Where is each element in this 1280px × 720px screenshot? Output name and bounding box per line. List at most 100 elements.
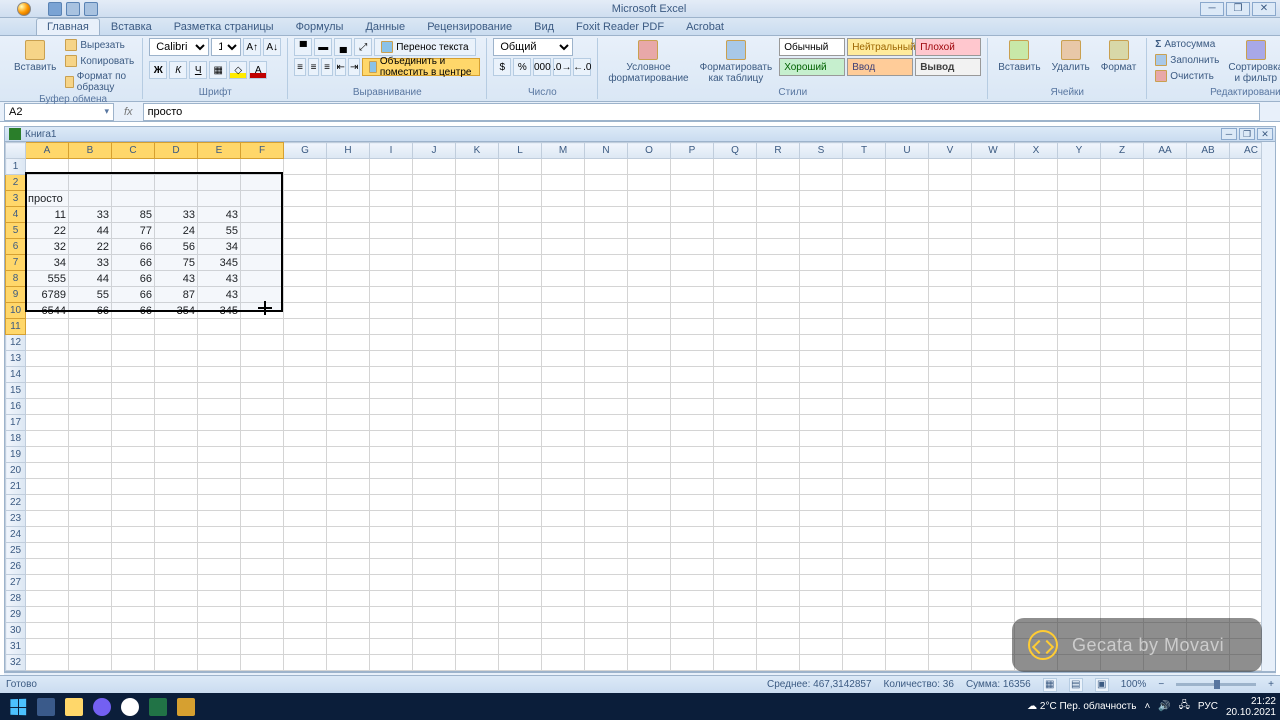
cell-T5[interactable] <box>843 223 886 239</box>
cell-N10[interactable] <box>585 303 628 319</box>
cell-B4[interactable]: 33 <box>69 207 112 223</box>
decrease-decimal-button[interactable]: ←.0 <box>573 58 591 76</box>
cell-B15[interactable] <box>69 383 112 399</box>
cell-E33[interactable] <box>198 671 241 673</box>
cell-K15[interactable] <box>456 383 499 399</box>
cell-X5[interactable] <box>1015 223 1058 239</box>
cell-K18[interactable] <box>456 431 499 447</box>
autosum-button[interactable]: ΣАвтосумма <box>1153 38 1221 51</box>
cell-P2[interactable] <box>671 175 714 191</box>
cell-AB18[interactable] <box>1187 431 1230 447</box>
cell-T23[interactable] <box>843 511 886 527</box>
cell-A2[interactable] <box>26 175 69 191</box>
cell-O11[interactable] <box>628 319 671 335</box>
tray-volume-icon[interactable]: 🔊 <box>1158 701 1170 712</box>
cell-M27[interactable] <box>542 575 585 591</box>
cell-T17[interactable] <box>843 415 886 431</box>
cell-V26[interactable] <box>929 559 972 575</box>
cell-B24[interactable] <box>69 527 112 543</box>
cell-T19[interactable] <box>843 447 886 463</box>
cell-W15[interactable] <box>972 383 1015 399</box>
cell-AA5[interactable] <box>1144 223 1187 239</box>
cell-Q3[interactable] <box>714 191 757 207</box>
cell-V30[interactable] <box>929 623 972 639</box>
cell-AA11[interactable] <box>1144 319 1187 335</box>
cell-T9[interactable] <box>843 287 886 303</box>
cell-L15[interactable] <box>499 383 542 399</box>
cell-O19[interactable] <box>628 447 671 463</box>
cell-Z15[interactable] <box>1101 383 1144 399</box>
cell-C1[interactable] <box>112 159 155 175</box>
cell-W26[interactable] <box>972 559 1015 575</box>
cell-C30[interactable] <box>112 623 155 639</box>
view-layout-button[interactable]: ▤ <box>1069 678 1083 692</box>
row-header-13[interactable]: 13 <box>6 351 26 367</box>
cell-F25[interactable] <box>241 543 284 559</box>
cell-L22[interactable] <box>499 495 542 511</box>
delete-cells-button[interactable]: Удалить <box>1048 38 1094 75</box>
cell-X3[interactable] <box>1015 191 1058 207</box>
cell-L28[interactable] <box>499 591 542 607</box>
cell-K8[interactable] <box>456 271 499 287</box>
cell-M12[interactable] <box>542 335 585 351</box>
cell-X8[interactable] <box>1015 271 1058 287</box>
cell-X4[interactable] <box>1015 207 1058 223</box>
cell-AA19[interactable] <box>1144 447 1187 463</box>
cell-AB17[interactable] <box>1187 415 1230 431</box>
cell-Q25[interactable] <box>714 543 757 559</box>
cell-V19[interactable] <box>929 447 972 463</box>
cell-D6[interactable]: 56 <box>155 239 198 255</box>
cell-G25[interactable] <box>284 543 327 559</box>
cell-X28[interactable] <box>1015 591 1058 607</box>
cell-T11[interactable] <box>843 319 886 335</box>
cell-N32[interactable] <box>585 655 628 671</box>
cell-Y20[interactable] <box>1058 463 1101 479</box>
row-header-9[interactable]: 9 <box>6 287 26 303</box>
cell-A19[interactable] <box>26 447 69 463</box>
cell-U27[interactable] <box>886 575 929 591</box>
cell-C33[interactable] <box>112 671 155 673</box>
cell-Z24[interactable] <box>1101 527 1144 543</box>
doc-close-button[interactable]: ✕ <box>1257 128 1273 140</box>
row-header-20[interactable]: 20 <box>6 463 26 479</box>
col-header-K[interactable]: K <box>456 143 499 159</box>
col-header-W[interactable]: W <box>972 143 1015 159</box>
cell-B5[interactable]: 44 <box>69 223 112 239</box>
cell-R12[interactable] <box>757 335 800 351</box>
cell-C26[interactable] <box>112 559 155 575</box>
cell-N6[interactable] <box>585 239 628 255</box>
cell-L16[interactable] <box>499 399 542 415</box>
cell-A1[interactable] <box>26 159 69 175</box>
cell-N11[interactable] <box>585 319 628 335</box>
cell-F29[interactable] <box>241 607 284 623</box>
cell-M33[interactable] <box>542 671 585 673</box>
cell-H23[interactable] <box>327 511 370 527</box>
align-bottom-button[interactable]: ▄ <box>334 38 352 56</box>
cell-X21[interactable] <box>1015 479 1058 495</box>
cell-W12[interactable] <box>972 335 1015 351</box>
cell-I24[interactable] <box>370 527 413 543</box>
row-header-33[interactable]: 33 <box>6 671 26 673</box>
cell-P20[interactable] <box>671 463 714 479</box>
cell-Y4[interactable] <box>1058 207 1101 223</box>
cell-I10[interactable] <box>370 303 413 319</box>
underline-button[interactable]: Ч <box>189 61 207 79</box>
align-left-button[interactable]: ≡ <box>294 58 306 76</box>
cell-W14[interactable] <box>972 367 1015 383</box>
cell-C19[interactable] <box>112 447 155 463</box>
cell-M8[interactable] <box>542 271 585 287</box>
cell-V6[interactable] <box>929 239 972 255</box>
cell-Z23[interactable] <box>1101 511 1144 527</box>
indent-dec-button[interactable]: ⇤ <box>335 58 347 76</box>
cell-S32[interactable] <box>800 655 843 671</box>
cell-R13[interactable] <box>757 351 800 367</box>
cell-K33[interactable] <box>456 671 499 673</box>
cell-E30[interactable] <box>198 623 241 639</box>
cell-A7[interactable]: 34 <box>26 255 69 271</box>
cell-J32[interactable] <box>413 655 456 671</box>
cell-U23[interactable] <box>886 511 929 527</box>
cell-AA23[interactable] <box>1144 511 1187 527</box>
cell-C32[interactable] <box>112 655 155 671</box>
cell-E6[interactable]: 34 <box>198 239 241 255</box>
cell-F18[interactable] <box>241 431 284 447</box>
